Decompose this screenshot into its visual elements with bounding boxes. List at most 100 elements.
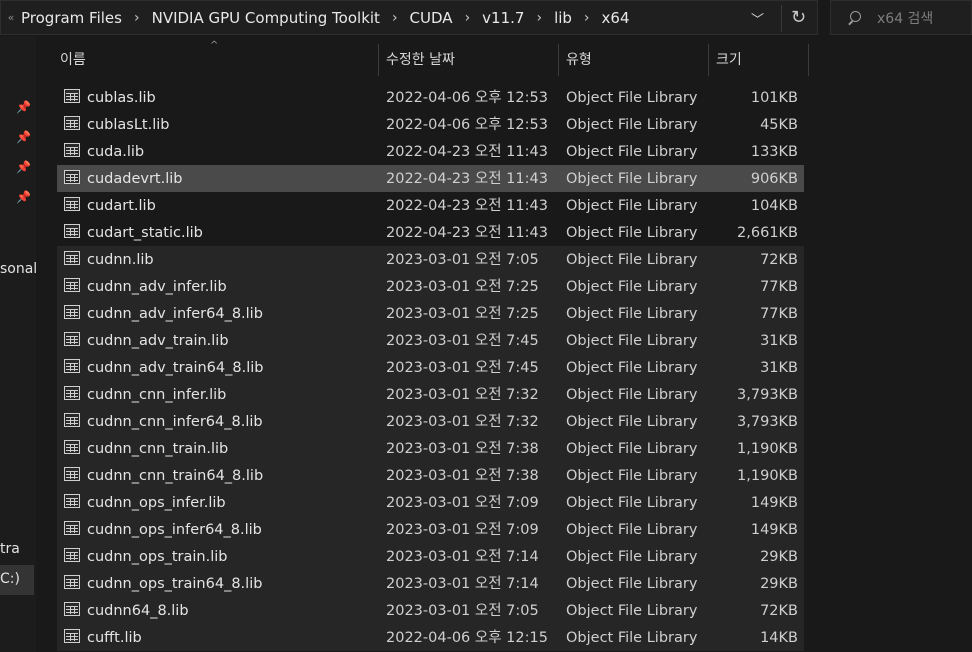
file-row[interactable]: cudart.lib 2022-04-23 오전 11:43 Object File… — [57, 192, 804, 219]
file-row[interactable]: cublas.lib 2022-04-06 오후 12:53 Object File… — [57, 84, 804, 111]
nav-item-label[interactable]: sonal — [0, 261, 36, 277]
file-size: 1,190KB — [737, 468, 798, 484]
column-divider[interactable] — [708, 44, 709, 76]
nav-item-label[interactable]: C:) — [0, 571, 20, 587]
column-header-row: ^ 이름 수정한 날짜 유형 크기 — [36, 40, 972, 76]
file-name: cudnn_ops_infer64_8.lib — [87, 522, 262, 538]
library-file-icon — [64, 386, 80, 400]
file-row[interactable]: cudnn_ops_train64_8.lib 2023-03-01 오전 7:1… — [57, 570, 804, 597]
file-type: Object File Library — [566, 522, 698, 538]
file-date: 2023-03-01 오전 7:09 — [386, 522, 539, 538]
file-type: Object File Library — [566, 603, 698, 619]
breadcrumb-item[interactable]: NVIDIA GPU Computing Toolkit — [152, 9, 380, 27]
file-date: 2023-03-01 오전 7:38 — [386, 468, 539, 484]
breadcrumb-overflow-button[interactable]: « — [1, 11, 21, 24]
history-dropdown-icon[interactable]: ﹀ — [751, 9, 764, 28]
pin-icon[interactable]: 📌 — [16, 190, 31, 204]
file-row[interactable]: cudnn_ops_infer.lib 2023-03-01 오전 7:09 Obj… — [57, 489, 804, 516]
chevron-right-icon[interactable]: › — [134, 10, 140, 26]
file-type: Object File Library — [566, 549, 698, 565]
chevron-right-icon[interactable]: › — [536, 10, 542, 26]
file-size: 3,793KB — [737, 387, 798, 403]
file-row[interactable]: cudnn_ops_infer64_8.lib 2023-03-01 오전 7:0… — [57, 516, 804, 543]
library-file-icon — [64, 413, 80, 427]
breadcrumb-item[interactable]: lib — [554, 9, 572, 27]
file-name: cuda.lib — [87, 144, 145, 160]
file-type: Object File Library — [566, 630, 698, 646]
file-type: Object File Library — [566, 171, 698, 187]
file-type: Object File Library — [566, 252, 698, 268]
file-size: 101KB — [750, 90, 798, 106]
file-date: 2023-03-01 오전 7:25 — [386, 306, 539, 322]
file-type: Object File Library — [566, 279, 698, 295]
chevron-right-icon[interactable]: › — [465, 10, 471, 26]
file-name: cublas.lib — [87, 90, 156, 106]
file-row[interactable]: cudart_static.lib 2022-04-23 오전 11:43 Obje… — [57, 219, 804, 246]
file-row[interactable]: cudnn_adv_train.lib 2023-03-01 오전 7:45 Obj… — [57, 327, 804, 354]
column-divider[interactable] — [558, 44, 559, 76]
file-row[interactable]: cufft.lib 2022-04-06 오후 12:15 Object File … — [57, 624, 804, 651]
file-date: 2023-03-01 오전 7:25 — [386, 279, 539, 295]
nav-item-label[interactable]: tra — [0, 541, 20, 557]
file-date: 2022-04-06 오후 12:53 — [386, 117, 548, 133]
breadcrumb-item[interactable]: v11.7 — [482, 9, 524, 27]
file-row[interactable]: cudnn_adv_infer.lib 2023-03-01 오전 7:25 Obj… — [57, 273, 804, 300]
chevron-right-icon[interactable]: › — [392, 10, 398, 26]
address-bar[interactable]: « Program Files › NVIDIA GPU Computing T… — [0, 0, 818, 35]
file-type: Object File Library — [566, 117, 698, 133]
navigation-pane[interactable]: 📌 📌 📌 📌 sonal tra C:) — [0, 36, 36, 652]
file-name: cufft.lib — [87, 630, 142, 646]
breadcrumb-item[interactable]: Program Files — [21, 9, 122, 27]
file-name: cudnn.lib — [87, 252, 154, 268]
pin-icon[interactable]: 📌 — [16, 100, 31, 114]
pin-icon[interactable]: 📌 — [16, 160, 31, 174]
library-file-icon — [64, 575, 80, 589]
file-type: Object File Library — [566, 144, 698, 160]
file-date: 2023-03-01 오전 7:14 — [386, 549, 539, 565]
file-type: Object File Library — [566, 333, 698, 349]
file-row[interactable]: cudadevrt.lib 2022-04-23 오전 11:43 Object F… — [57, 165, 804, 192]
file-type: Object File Library — [566, 414, 698, 430]
file-row[interactable]: cudnn_cnn_train.lib 2023-03-01 오전 7:38 Obj… — [57, 435, 804, 462]
file-name: cudadevrt.lib — [87, 171, 183, 187]
file-size: 29KB — [760, 576, 798, 592]
file-name: cudart.lib — [87, 198, 156, 214]
file-type: Object File Library — [566, 360, 698, 376]
file-type: Object File Library — [566, 387, 698, 403]
file-name: cudnn_ops_train64_8.lib — [87, 576, 263, 592]
file-row[interactable]: cuda.lib 2022-04-23 오전 11:43 Object File L… — [57, 138, 804, 165]
file-row[interactable]: cudnn_ops_train.lib 2023-03-01 오전 7:14 Obj… — [57, 543, 804, 570]
file-row[interactable]: cublasLt.lib 2022-04-06 오후 12:53 Object Fi… — [57, 111, 804, 138]
file-size: 149KB — [750, 522, 798, 538]
file-row[interactable]: cudnn64_8.lib 2023-03-01 오전 7:05 Object Fi… — [57, 597, 804, 624]
column-header-date[interactable]: 수정한 날짜 — [386, 44, 455, 76]
file-name: cudnn_cnn_infer64_8.lib — [87, 414, 263, 430]
file-row[interactable]: cudnn_adv_train64_8.lib 2023-03-01 오전 7:4… — [57, 354, 804, 381]
file-row[interactable]: cudnn_cnn_infer64_8.lib 2023-03-01 오전 7:3… — [57, 408, 804, 435]
chevron-right-icon[interactable]: › — [584, 10, 590, 26]
file-row[interactable]: cudnn_cnn_train64_8.lib 2023-03-01 오전 7:3… — [57, 462, 804, 489]
pin-icon[interactable]: 📌 — [16, 130, 31, 144]
library-file-icon — [64, 89, 80, 103]
column-header-size[interactable]: 크기 — [716, 44, 742, 76]
search-input[interactable]: x64 검색 — [877, 8, 933, 28]
library-file-icon — [64, 629, 80, 643]
column-header-name[interactable]: 이름 — [60, 44, 86, 76]
column-divider[interactable] — [808, 44, 809, 76]
column-divider[interactable] — [378, 44, 379, 76]
library-file-icon — [64, 305, 80, 319]
file-name: cudnn_ops_infer.lib — [87, 495, 226, 511]
file-type: Object File Library — [566, 306, 698, 322]
divider — [781, 5, 782, 32]
column-header-type[interactable]: 유형 — [566, 44, 592, 76]
file-row[interactable]: cudnn.lib 2023-03-01 오전 7:05 Object File L… — [57, 246, 804, 273]
file-date: 2023-03-01 오전 7:38 — [386, 441, 539, 457]
file-row[interactable]: cudnn_cnn_infer.lib 2023-03-01 오전 7:32 Obj… — [57, 381, 804, 408]
breadcrumb-item[interactable]: CUDA — [410, 9, 453, 27]
search-icon — [847, 10, 861, 25]
search-box[interactable]: x64 검색 — [830, 0, 972, 35]
library-file-icon — [64, 116, 80, 130]
refresh-icon[interactable]: ↻ — [791, 7, 806, 28]
breadcrumb-item[interactable]: x64 — [602, 9, 630, 27]
file-row[interactable]: cudnn_adv_infer64_8.lib 2023-03-01 오전 7:2… — [57, 300, 804, 327]
